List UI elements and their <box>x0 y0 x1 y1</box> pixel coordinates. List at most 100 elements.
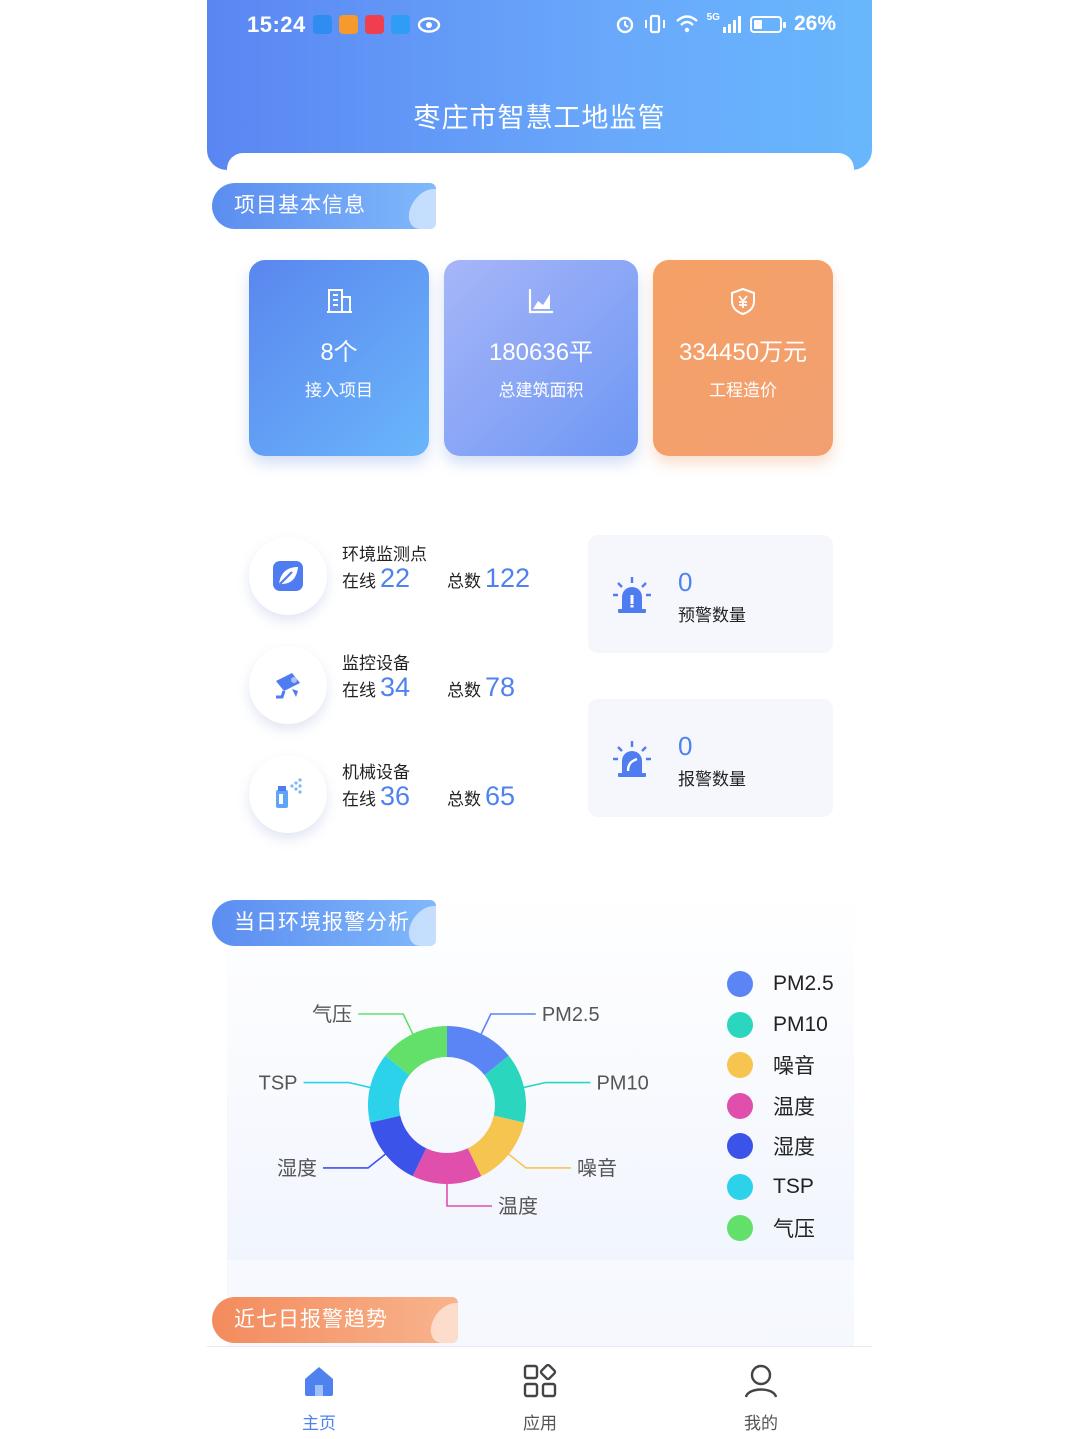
online-count: 34 <box>380 672 411 702</box>
alarm-label: 报警数量 <box>678 770 746 789</box>
device-icon-wrap <box>249 537 327 615</box>
legend-swatch <box>727 1133 753 1160</box>
nav-profile[interactable]: 我的 <box>701 1361 821 1434</box>
page-title: 枣庄市智慧工地监管 <box>413 103 666 133</box>
leader-line <box>505 1151 571 1169</box>
device-row-machinery[interactable]: 机械设备 在线 36 总数 65 <box>249 755 569 835</box>
network-type: 5G <box>706 12 720 23</box>
yuan-shield-icon <box>731 287 755 316</box>
apps-icon <box>523 1363 557 1398</box>
slice-label: PM2.5 <box>542 1004 600 1026</box>
legend-item[interactable]: 湿度 <box>727 1131 815 1161</box>
nav-apps[interactable]: 应用 <box>480 1361 600 1434</box>
device-total: 总数 122 <box>447 563 531 593</box>
legend-swatch <box>727 1092 753 1119</box>
leader-line <box>358 1013 416 1038</box>
building-icon <box>327 289 352 313</box>
legend-swatch <box>727 1011 753 1038</box>
nav-label: 主页 <box>302 1414 336 1433</box>
slice-label: 湿度 <box>277 1157 317 1180</box>
status-time: 15:24 <box>247 12 306 37</box>
device-name: 监控设备 <box>342 654 410 673</box>
device-name: 机械设备 <box>342 763 410 782</box>
legend-label: TSP <box>773 1175 814 1198</box>
total-count: 122 <box>485 563 531 593</box>
stat-label: 接入项目 <box>305 381 373 400</box>
total-count: 78 <box>485 672 516 702</box>
stat-card-projects[interactable]: 8个 接入项目 <box>249 260 429 456</box>
warning-count: 0 <box>678 567 693 597</box>
legend-label: PM2.5 <box>773 972 834 995</box>
section-env-alarm: 当日环境报警分析 <box>212 900 436 946</box>
nav-label: 我的 <box>744 1414 778 1433</box>
bottom-nav: 主页 应用 我的 <box>207 1346 872 1439</box>
area-chart-icon <box>528 289 553 314</box>
legend-item[interactable]: PM2.5 <box>727 969 834 999</box>
legend-label: 湿度 <box>773 1136 815 1160</box>
legend-swatch <box>727 971 753 997</box>
device-name: 环境监测点 <box>342 545 427 564</box>
alarm-clock-icon <box>616 16 633 34</box>
stat-card-area[interactable]: 180636平 总建筑面积 <box>444 260 638 456</box>
device-total: 总数 78 <box>447 672 516 702</box>
section-project-info: 项目基本信息 <box>212 183 436 229</box>
leader-line <box>323 1151 389 1169</box>
user-icon <box>744 1364 778 1398</box>
legend-item[interactable]: TSP <box>727 1172 814 1202</box>
stat-card-cost[interactable]: 334450万元 工程造价 <box>653 260 833 456</box>
device-online: 在线 36 <box>342 781 411 811</box>
leader-line <box>519 1081 591 1090</box>
app-notification-icon <box>313 15 332 34</box>
device-total: 总数 65 <box>447 781 516 811</box>
stat-value: 180636平 <box>488 339 594 366</box>
device-row-env-monitor[interactable]: 环境监测点 在线 22 总数 122 <box>249 537 569 617</box>
legend-swatch <box>727 1174 753 1200</box>
legend-item[interactable]: 温度 <box>727 1091 815 1121</box>
stat-value: 8个 <box>320 339 358 366</box>
video-app-icon <box>339 15 358 34</box>
sprayer-icon <box>276 778 302 808</box>
eye-icon <box>417 17 441 33</box>
env-alarm-donut-chart[interactable]: PM2.5 PM10 噪音温度 湿度 TSP 气压 <box>247 975 687 1245</box>
search-app-icon <box>391 15 410 34</box>
stat-value: 334450万元 <box>678 339 808 366</box>
total-count: 65 <box>485 781 516 811</box>
legend-item[interactable]: 气压 <box>727 1213 815 1243</box>
legend-item[interactable]: 噪音 <box>727 1050 815 1080</box>
leader-line <box>446 1180 492 1207</box>
legend-label: 噪音 <box>773 1055 815 1079</box>
slice-label: TSP <box>259 1073 298 1095</box>
legend-swatch <box>727 1214 753 1241</box>
battery-level: 26% <box>793 12 836 35</box>
leader-line <box>303 1081 375 1090</box>
nav-home[interactable]: 主页 <box>259 1361 379 1434</box>
slice-label: 噪音 <box>577 1157 617 1180</box>
alarm-count: 0 <box>678 731 693 761</box>
device-row-camera[interactable]: 监控设备 在线 34 总数 78 <box>249 646 569 726</box>
wifi-icon <box>675 15 698 33</box>
section-trend: 近七日报警趋势 <box>212 1297 458 1343</box>
vibrate-icon <box>644 14 665 34</box>
stat-label: 总建筑面积 <box>498 381 584 400</box>
device-online: 在线 34 <box>342 672 411 702</box>
slice-label: PM10 <box>596 1073 648 1095</box>
warning-label: 预警数量 <box>678 606 746 625</box>
phone-screen: 15:24 5G 26% 枣庄市智慧工地监管 项目基本信息 8个 接入项目 18… <box>207 0 872 1439</box>
leader-line <box>478 1013 536 1038</box>
slice-label: 气压 <box>312 1003 352 1026</box>
leaf-icon <box>273 561 303 591</box>
alarm-count-card[interactable]: 0 报警数量 <box>588 699 833 817</box>
camera-icon <box>276 673 300 699</box>
nav-label: 应用 <box>523 1414 557 1433</box>
legend-swatch <box>727 1052 753 1079</box>
status-right: 5G 26% <box>615 12 836 36</box>
legend-label: PM10 <box>773 1012 828 1036</box>
stat-label: 工程造价 <box>709 381 777 400</box>
legend-item[interactable]: PM10 <box>727 1010 828 1040</box>
device-online: 在线 22 <box>342 563 411 593</box>
device-icon-wrap <box>249 755 327 833</box>
legend-label: 气压 <box>773 1217 815 1241</box>
legend-label: 温度 <box>773 1095 815 1119</box>
warning-count-card[interactable]: 0 预警数量 <box>588 535 833 653</box>
alarm-light-icon <box>613 741 651 777</box>
